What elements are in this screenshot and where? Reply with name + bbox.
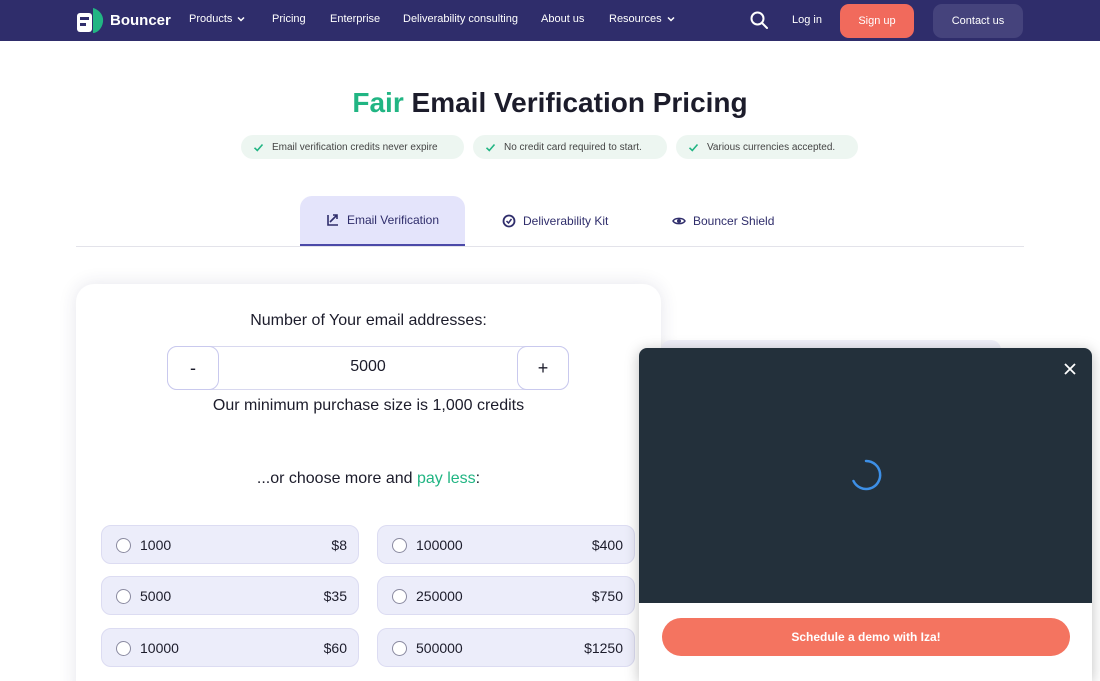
package-option-500000[interactable]: 500000 $1250 bbox=[377, 628, 635, 667]
close-icon[interactable] bbox=[1063, 362, 1077, 376]
nav-deliverability-consulting[interactable]: Deliverability consulting bbox=[403, 13, 518, 25]
search-icon[interactable] bbox=[749, 10, 769, 30]
package-price: $8 bbox=[331, 537, 347, 553]
nav-enterprise[interactable]: Enterprise bbox=[330, 13, 380, 25]
radio-button[interactable] bbox=[116, 641, 131, 656]
gauge-icon bbox=[502, 214, 516, 228]
page-title-rest: Email Verification Pricing bbox=[403, 87, 748, 118]
feature-pill-credits: Email verification credits never expire bbox=[241, 135, 464, 159]
chevron-down-icon bbox=[667, 16, 675, 22]
tab-label: Deliverability Kit bbox=[523, 214, 609, 228]
decrement-button[interactable]: - bbox=[167, 346, 219, 390]
eye-icon bbox=[672, 217, 686, 225]
package-option-250000[interactable]: 250000 $750 bbox=[377, 576, 635, 615]
login-link[interactable]: Log in bbox=[792, 14, 822, 26]
radio-button[interactable] bbox=[116, 538, 131, 553]
package-price: $750 bbox=[591, 588, 623, 604]
radio-button[interactable] bbox=[392, 538, 407, 553]
radio-button[interactable] bbox=[116, 589, 131, 604]
package-amount: 1000 bbox=[140, 537, 172, 553]
tab-deliverability-kit[interactable]: Deliverability Kit bbox=[502, 196, 608, 246]
nav-resources-label: Resources bbox=[609, 13, 662, 25]
check-icon bbox=[688, 143, 699, 152]
package-amount: 250000 bbox=[416, 588, 463, 604]
package-price: $400 bbox=[591, 537, 623, 553]
chevron-down-icon bbox=[237, 16, 245, 22]
choose-accent: pay less bbox=[416, 470, 476, 487]
brand-name: Bouncer bbox=[110, 12, 171, 29]
choose-suffix: : bbox=[475, 470, 481, 487]
nav-about-label: About us bbox=[541, 13, 585, 25]
choose-more-heading: ...or choose more and pay less: bbox=[76, 470, 661, 488]
minimum-purchase-note: Our minimum purchase size is 1,000 credi… bbox=[212, 397, 525, 414]
tab-label: Bouncer Shield bbox=[693, 214, 775, 228]
check-icon bbox=[253, 143, 264, 152]
package-amount: 500000 bbox=[416, 640, 463, 656]
package-option-10000[interactable]: 10000 $60 bbox=[101, 628, 359, 667]
package-price: $35 bbox=[323, 588, 347, 604]
tab-bouncer-shield[interactable]: Bouncer Shield bbox=[672, 196, 774, 246]
feature-pill-label: No credit card required to start. bbox=[504, 141, 642, 153]
contact-button[interactable]: Contact us bbox=[933, 4, 1023, 38]
package-price: $60 bbox=[323, 640, 347, 656]
package-price: $1250 bbox=[584, 640, 623, 656]
loading-spinner-icon bbox=[852, 459, 882, 491]
page-title: Fair Email Verification Pricing bbox=[0, 87, 1100, 119]
tabs-divider bbox=[76, 246, 1024, 247]
feature-pill-label: Email verification credits never expire bbox=[272, 141, 438, 153]
package-amount: 100000 bbox=[416, 537, 463, 553]
nav-products[interactable]: Products bbox=[189, 13, 246, 25]
email-count-label: Number of Your email addresses: bbox=[250, 312, 487, 329]
increment-button[interactable]: + bbox=[517, 346, 569, 390]
tab-email-verification[interactable]: Email Verification bbox=[300, 196, 465, 246]
verify-arrows-icon bbox=[327, 214, 338, 226]
brand-logo[interactable]: Bouncer bbox=[76, 7, 171, 34]
nav-about-us[interactable]: About us bbox=[541, 13, 584, 25]
nav-pricing-label: Pricing bbox=[272, 13, 306, 25]
radio-button[interactable] bbox=[392, 641, 407, 656]
package-amount: 5000 bbox=[140, 588, 172, 604]
nav-deliverability-label: Deliverability consulting bbox=[403, 13, 518, 25]
nav-pricing[interactable]: Pricing bbox=[272, 13, 306, 25]
feature-pill-label: Various currencies accepted. bbox=[707, 141, 836, 153]
page-title-accent: Fair bbox=[352, 87, 404, 118]
package-amount: 10000 bbox=[140, 640, 179, 656]
signup-button[interactable]: Sign up bbox=[840, 4, 914, 38]
package-option-5000[interactable]: 5000 $35 bbox=[101, 576, 359, 615]
tab-label: Email Verification bbox=[346, 213, 440, 227]
feature-pill-no-card: No credit card required to start. bbox=[473, 135, 667, 159]
demo-chat-widget: Schedule a demo with Iza! bbox=[639, 348, 1092, 681]
schedule-demo-button[interactable]: Schedule a demo with Iza! bbox=[662, 618, 1070, 656]
quantity-input[interactable]: 5000 bbox=[219, 358, 517, 376]
nav-enterprise-label: Enterprise bbox=[330, 13, 381, 25]
check-icon bbox=[485, 143, 496, 152]
nav-resources[interactable]: Resources bbox=[609, 13, 676, 25]
radio-button[interactable] bbox=[392, 589, 407, 604]
feature-pill-currencies: Various currencies accepted. bbox=[676, 135, 858, 159]
nav-products-label: Products bbox=[189, 13, 233, 25]
top-nav: Bouncer Products Pricing Enterprise Deli… bbox=[0, 0, 1100, 41]
package-option-1000[interactable]: 1000 $8 bbox=[101, 525, 359, 564]
bouncer-logo-icon bbox=[77, 8, 104, 33]
choose-prefix: ...or choose more and bbox=[256, 470, 417, 487]
package-option-100000[interactable]: 100000 $400 bbox=[377, 525, 635, 564]
